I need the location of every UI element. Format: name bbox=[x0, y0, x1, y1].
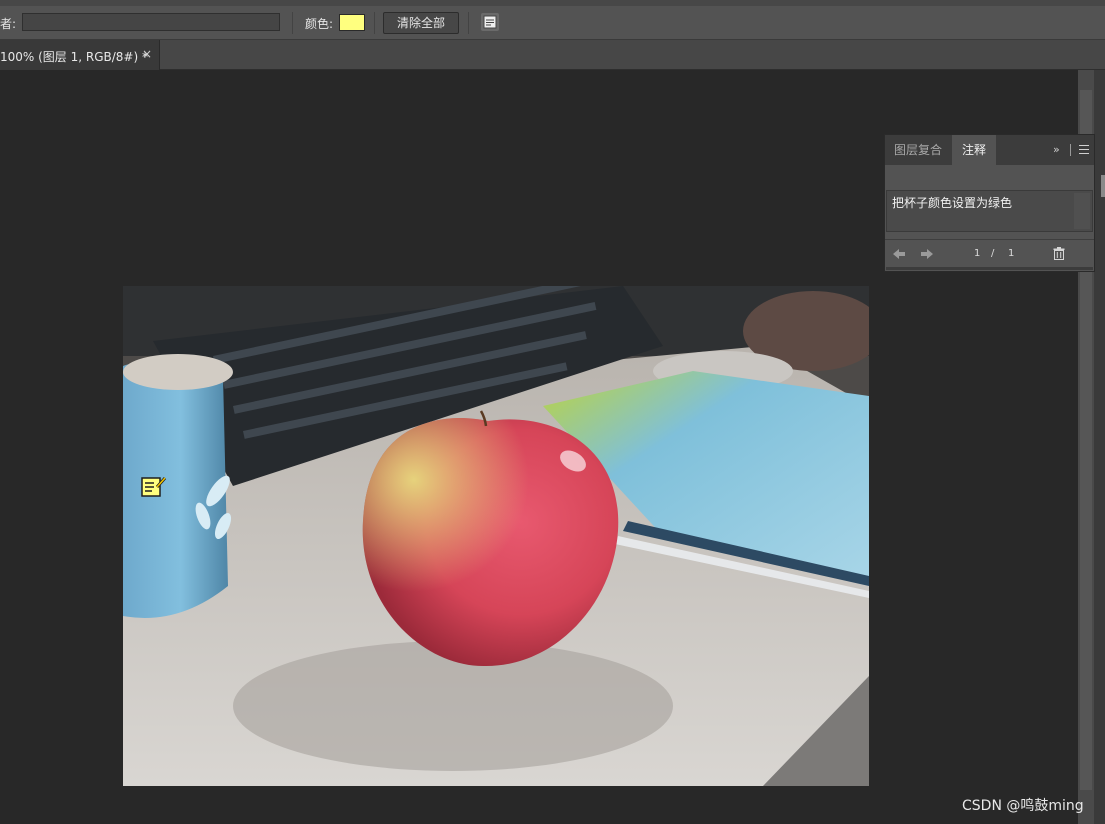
note-color-swatch[interactable] bbox=[339, 14, 365, 31]
expand-panel-icon[interactable]: » bbox=[1053, 143, 1060, 156]
page-total: 1 bbox=[1008, 248, 1015, 259]
toolbar-separator bbox=[374, 12, 375, 34]
document-tab-label: 100% (图层 1, RGB/8#) * bbox=[0, 50, 148, 64]
author-label: 者: bbox=[0, 17, 17, 31]
menu-bar-edge bbox=[0, 0, 1105, 6]
notes-panel: 图层复合 注释 » 把杯子颜色设置为绿色 1 / 1 bbox=[884, 134, 1095, 272]
page-current: 1 bbox=[974, 248, 981, 259]
panel-tab-bar: 图层复合 注释 » bbox=[885, 135, 1094, 165]
author-input[interactable] bbox=[22, 13, 280, 31]
color-label: 颜色: bbox=[305, 17, 334, 31]
note-text-area[interactable]: 把杯子颜色设置为绿色 bbox=[886, 190, 1093, 232]
previous-note-icon[interactable] bbox=[893, 249, 905, 259]
document-tab-bar: 100% (图层 1, RGB/8#) * × bbox=[0, 40, 1105, 70]
note-text: 把杯子颜色设置为绿色 bbox=[892, 196, 1013, 210]
tab-layer-comps[interactable]: 图层复合 bbox=[885, 135, 951, 165]
page-separator: / bbox=[991, 248, 995, 259]
trash-icon[interactable] bbox=[1053, 247, 1065, 260]
next-note-icon[interactable] bbox=[921, 249, 933, 259]
right-dock-strip bbox=[1094, 70, 1105, 824]
watermark: CSDN @鸣鼓ming bbox=[962, 798, 1084, 814]
panel-resize-grip[interactable] bbox=[886, 267, 1093, 270]
tab-notes[interactable]: 注释 bbox=[952, 135, 996, 165]
document-image[interactable] bbox=[123, 286, 869, 786]
panel-tab-divider bbox=[1070, 144, 1071, 156]
dock-collapse-handle[interactable] bbox=[1101, 175, 1105, 197]
toolbar-separator bbox=[468, 12, 469, 34]
options-bar: 者: 颜色: 清除全部 bbox=[0, 0, 1105, 40]
panel-menu-icon[interactable] bbox=[1079, 145, 1089, 154]
note-panel-toggle-button[interactable] bbox=[481, 13, 499, 31]
clear-all-button[interactable]: 清除全部 bbox=[383, 12, 459, 34]
note-scrollbar[interactable] bbox=[1074, 193, 1090, 229]
document-tab[interactable]: 100% (图层 1, RGB/8#) * × bbox=[0, 40, 160, 70]
toolbar-separator bbox=[292, 12, 293, 34]
note-icon bbox=[483, 15, 497, 29]
close-icon[interactable]: × bbox=[142, 47, 152, 61]
notes-panel-footer: 1 / 1 bbox=[885, 239, 1094, 267]
note-marker-icon[interactable] bbox=[140, 474, 168, 500]
